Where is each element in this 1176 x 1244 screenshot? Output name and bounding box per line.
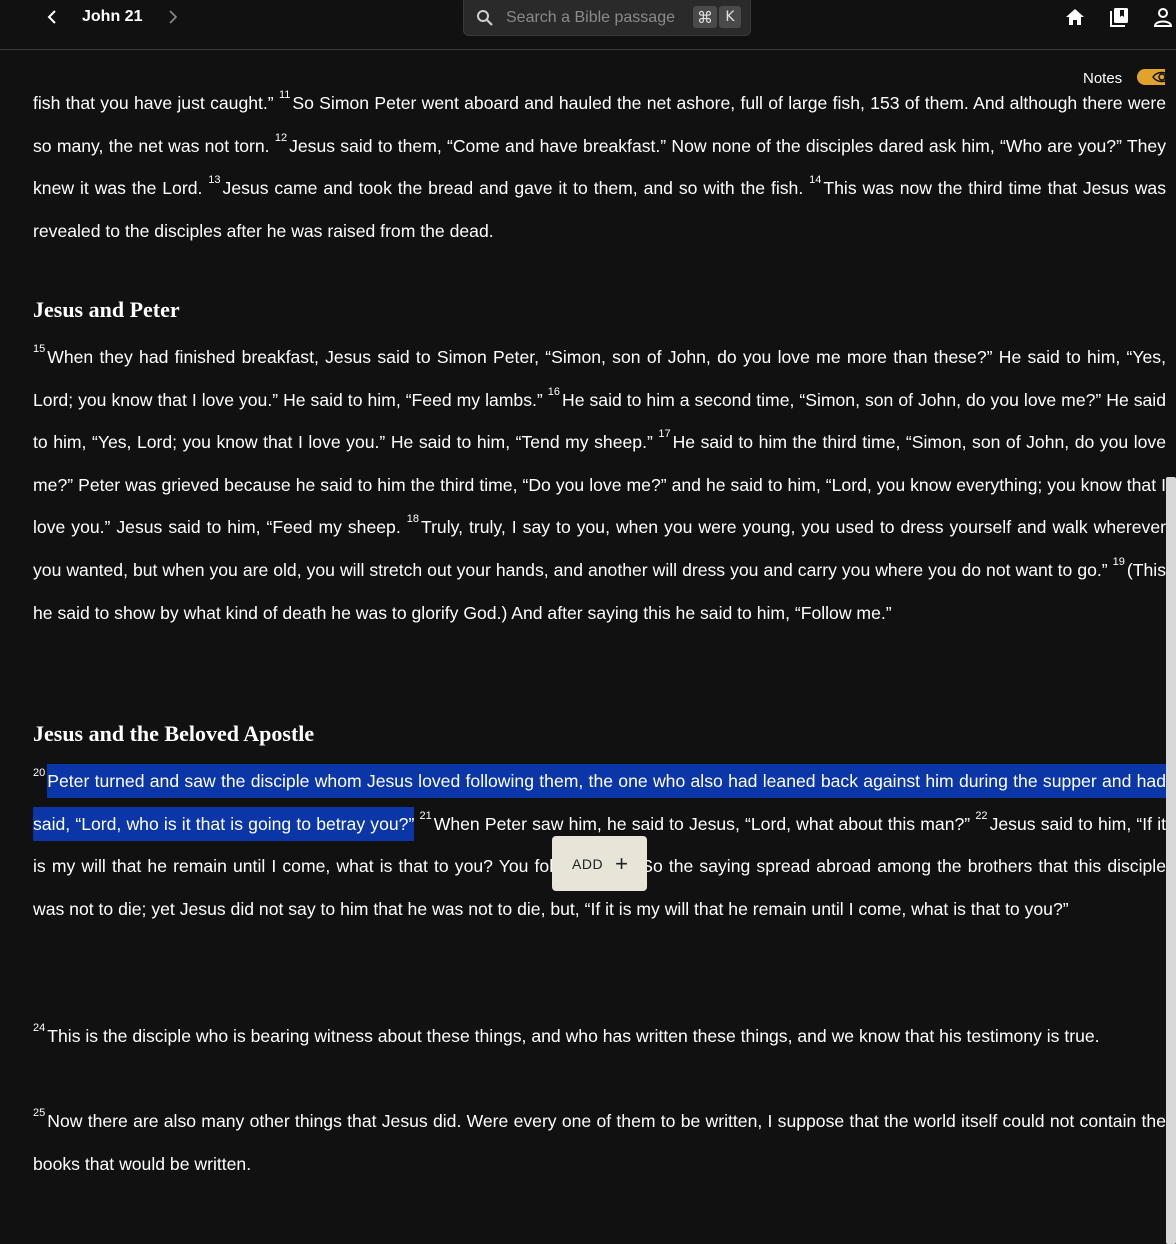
add-note-button[interactable]: ADD + — [552, 836, 647, 891]
home-icon[interactable] — [1064, 6, 1086, 33]
paragraph: 24 This is the disciple who is bearing wi… — [33, 1015, 1166, 1058]
search-input[interactable] — [506, 8, 686, 28]
verse-number[interactable]: 17 — [658, 428, 670, 440]
verse-number[interactable]: 21 — [420, 810, 432, 822]
top-bar: John 21 ⌘ K — [0, 0, 1176, 50]
verse-text[interactable]: This is the disciple who is bearing witn… — [47, 1026, 1099, 1046]
verse-text: fish that you have just caught.” — [33, 93, 274, 113]
section-heading: Jesus and the Beloved Apostle — [33, 721, 315, 746]
chevron-right-icon[interactable] — [164, 7, 182, 27]
add-label: ADD — [572, 855, 604, 872]
verse-number[interactable]: 24 — [33, 1022, 45, 1034]
paragraph: 25 Now there are also many other things t… — [33, 1100, 1166, 1185]
search-icon — [476, 9, 494, 32]
verse-number[interactable]: 25 — [33, 1107, 45, 1119]
verse-number[interactable]: 20 — [33, 767, 45, 779]
verse-number[interactable]: 18 — [407, 513, 419, 525]
scrollbar-thumb[interactable] — [1166, 477, 1176, 1244]
verse-text[interactable]: Jesus came and took the bread and gave i… — [223, 178, 804, 198]
shortcut-cmd-key: ⌘ — [693, 6, 717, 28]
shortcut-k-key: K — [719, 6, 741, 28]
verse-number[interactable]: 19 — [1113, 556, 1125, 568]
verse-number[interactable]: 16 — [548, 386, 560, 398]
account-icon[interactable] — [1152, 6, 1174, 33]
verse-text[interactable]: When Peter saw him, he said to Jesus, “L… — [434, 814, 970, 834]
verse-number[interactable]: 12 — [275, 132, 287, 144]
paragraph: 15 When they had finished breakfast, Jesu… — [33, 336, 1166, 634]
library-icon[interactable] — [1108, 6, 1130, 33]
plus-icon: + — [615, 850, 628, 876]
verse-number[interactable]: 11 — [279, 89, 290, 101]
chevron-left-icon[interactable] — [44, 7, 62, 27]
verse-number[interactable]: 13 — [208, 174, 220, 186]
verse-number[interactable]: 15 — [33, 343, 45, 355]
section-heading: Jesus and Peter — [33, 297, 180, 322]
chapter-title[interactable]: John 21 — [82, 8, 142, 26]
verse-number[interactable]: 22 — [975, 810, 987, 822]
verse-number[interactable]: 14 — [809, 174, 821, 186]
verse-text[interactable]: Now there are also many other things tha… — [33, 1111, 1166, 1174]
paragraph: fish that you have just caught.” 11 So Si… — [33, 82, 1166, 252]
search-box[interactable]: ⌘ K — [463, 0, 751, 36]
